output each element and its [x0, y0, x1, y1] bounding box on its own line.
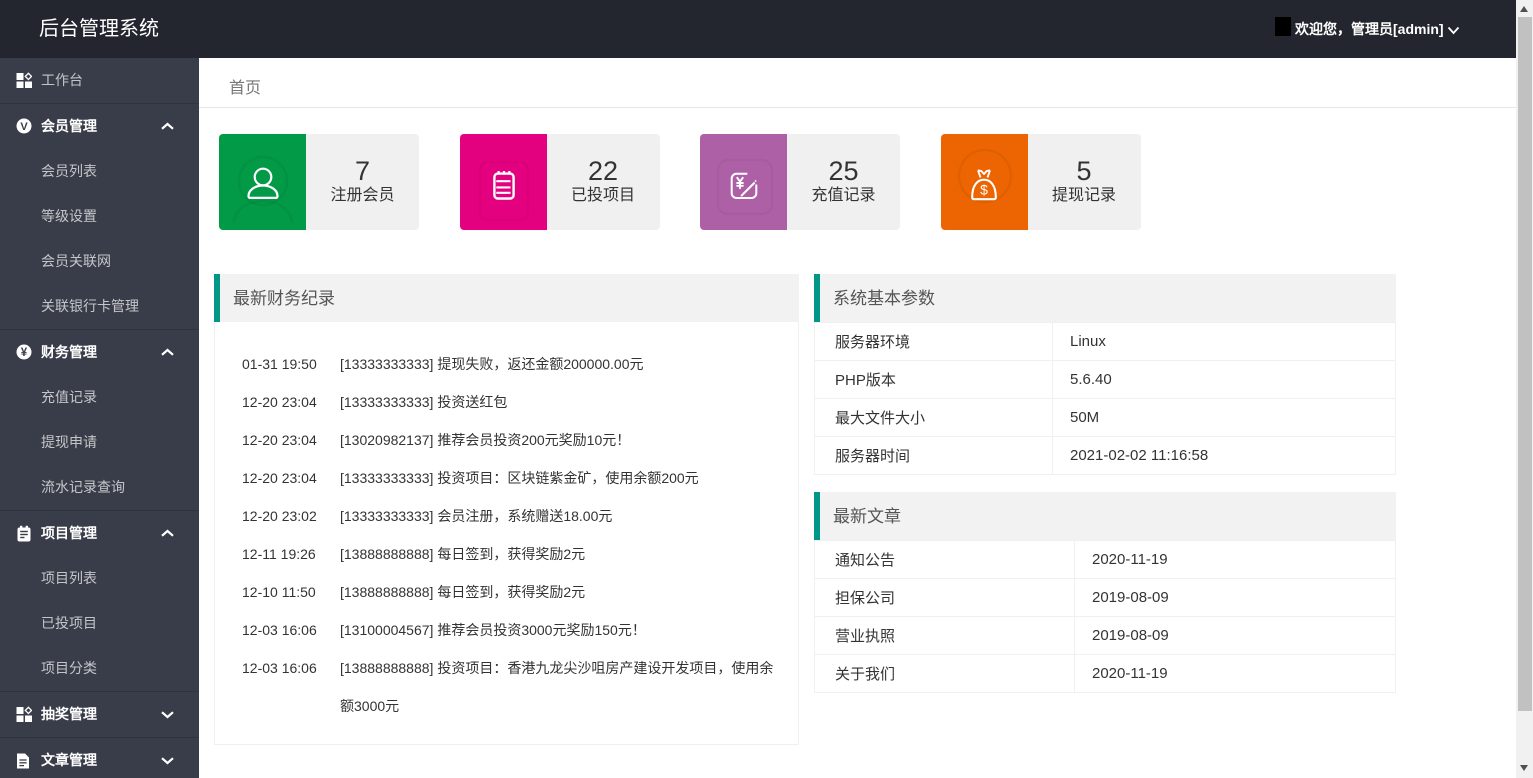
- svg-text:¥: ¥: [21, 347, 28, 359]
- svg-text:V: V: [20, 121, 28, 133]
- svg-text:$: $: [980, 182, 988, 198]
